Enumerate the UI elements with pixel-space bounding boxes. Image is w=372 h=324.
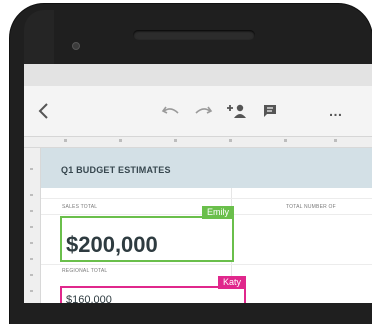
phone-speaker <box>133 30 255 40</box>
row-tick <box>30 168 33 170</box>
grid-line <box>41 264 372 265</box>
add-user-icon[interactable] <box>224 86 250 136</box>
phone-camera <box>72 42 80 50</box>
sales-total-label: SALES TOTAL <box>62 204 98 210</box>
row-tick <box>30 226 33 228</box>
undo-icon[interactable] <box>159 86 183 136</box>
column-tick <box>64 139 67 142</box>
column-tick <box>174 139 177 142</box>
row-header <box>24 148 41 303</box>
total-number-label: TOTAL NUMBER OF <box>286 204 336 210</box>
row-tick <box>30 210 33 212</box>
back-icon[interactable] <box>34 86 54 136</box>
collaborator-tag-emily: Emily <box>202 206 234 219</box>
redo-icon[interactable] <box>191 86 215 136</box>
more-icon[interactable]: … <box>324 86 348 136</box>
comment-icon[interactable] <box>258 86 282 136</box>
row-tick <box>30 274 33 276</box>
app-screen: … Q1 BUDGET ESTIMATES SALES TOTAL TOTAL … <box>24 64 372 303</box>
title-band: Q1 BUDGET ESTIMATES <box>41 148 372 188</box>
toolbar: … <box>24 86 372 137</box>
regional-total-value: $160,000 <box>66 294 112 303</box>
collaborator-tag-katy: Katy <box>217 276 246 289</box>
column-header <box>24 137 372 148</box>
grid-line <box>41 198 372 199</box>
status-bar <box>24 64 372 86</box>
row-tick <box>30 290 33 292</box>
row-tick <box>30 242 33 244</box>
column-tick <box>119 139 122 142</box>
regional-total-label: REGIONAL TOTAL <box>62 268 108 274</box>
sales-total-value: $200,000 <box>66 232 158 257</box>
column-tick <box>334 139 337 142</box>
row-tick <box>30 194 33 196</box>
regional-total-cell[interactable]: Katy $160,000 <box>60 276 246 303</box>
sales-total-cell[interactable]: Emily $200,000 <box>60 206 234 262</box>
column-tick <box>284 139 287 142</box>
sheet-title: Q1 BUDGET ESTIMATES <box>61 165 171 175</box>
row-tick <box>30 258 33 260</box>
column-tick <box>229 139 232 142</box>
